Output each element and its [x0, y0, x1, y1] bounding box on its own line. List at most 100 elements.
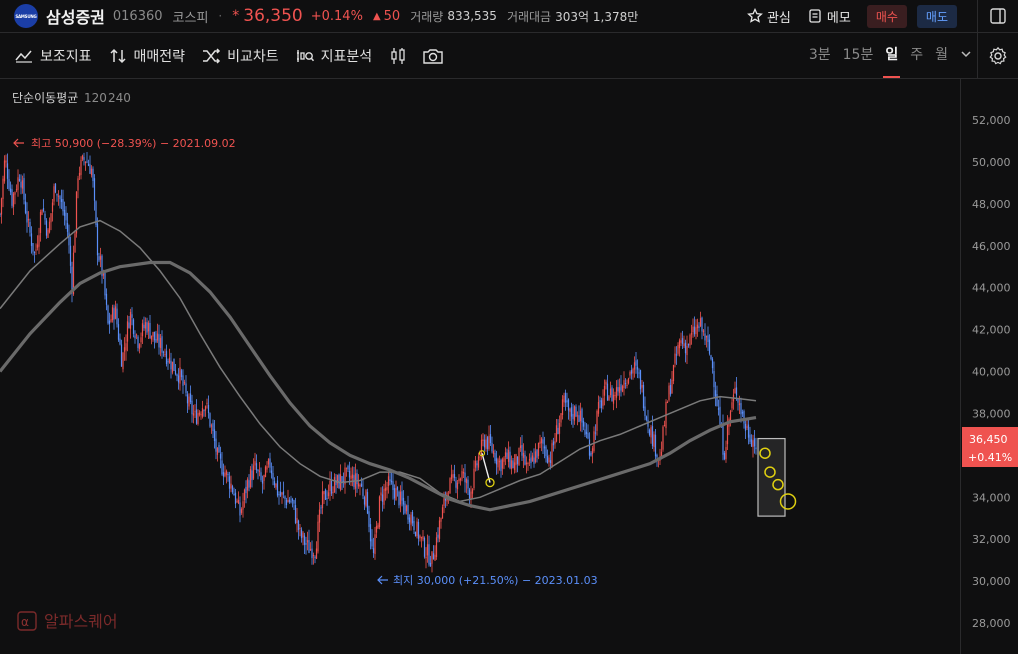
- candle-body: [401, 491, 403, 501]
- candle-body: [477, 456, 480, 468]
- candle-body: [282, 491, 285, 495]
- candle-body: [687, 344, 690, 346]
- memo-label: 메모: [826, 10, 851, 26]
- ma-period-240: 240: [108, 91, 131, 105]
- candle-body: [378, 496, 381, 528]
- candle-body: [635, 360, 637, 366]
- candle-body: [363, 497, 366, 505]
- candle-body: [333, 477, 336, 493]
- candle-body: [711, 358, 714, 369]
- candle-body: [237, 499, 240, 504]
- candle-body: [521, 445, 523, 456]
- candle-body: [407, 505, 409, 520]
- candle-body: [179, 367, 181, 384]
- candle-body: [618, 387, 621, 393]
- candle-body: [582, 420, 585, 427]
- side-panel-button[interactable]: [978, 7, 1018, 25]
- candle-body: [21, 180, 24, 189]
- candle-body: [495, 458, 498, 465]
- memo-button[interactable]: 메모: [807, 7, 851, 26]
- candle-body: [572, 413, 574, 420]
- candle-body: [501, 459, 504, 469]
- candle-body: [561, 399, 564, 416]
- svg-text:α: α: [21, 615, 29, 629]
- candle-body: [86, 161, 88, 163]
- candle-body: [686, 345, 688, 356]
- watermark: α 알파스퀘어: [17, 611, 118, 631]
- candle-body: [173, 358, 175, 371]
- candle-body: [413, 521, 415, 530]
- candle-body: [113, 308, 115, 320]
- y-tick-label: 52,000: [972, 114, 1011, 127]
- candle-body: [471, 489, 474, 494]
- candle-body: [348, 470, 351, 478]
- candle-body: [474, 460, 477, 468]
- screenshot-button[interactable]: [422, 47, 444, 65]
- candle-body: [248, 480, 250, 488]
- candle-body: [419, 535, 421, 538]
- candle-body: [165, 351, 168, 364]
- buy-button[interactable]: 매수: [866, 4, 907, 28]
- indicator-button[interactable]: 보조지표: [14, 46, 92, 66]
- candle-body: [149, 322, 151, 339]
- candle-body: [743, 410, 745, 424]
- period-day[interactable]: 일: [883, 33, 901, 78]
- candle-body: [417, 521, 420, 539]
- candle-body: [290, 501, 292, 503]
- candle-body: [12, 193, 15, 207]
- candle-body: [236, 500, 238, 502]
- candle-body: [581, 408, 583, 423]
- sell-button[interactable]: 매도: [916, 4, 957, 28]
- candle-body: [555, 425, 558, 442]
- candle-body: [56, 193, 58, 196]
- chevron-down-icon[interactable]: [960, 48, 972, 63]
- candle-body: [528, 459, 531, 461]
- y-tick-label: 34,000: [972, 491, 1011, 504]
- candle-body: [83, 157, 85, 161]
- candle-type-button[interactable]: [388, 46, 408, 66]
- strategy-button[interactable]: 매매전략: [108, 46, 185, 66]
- indicator-icon: [15, 50, 32, 63]
- period-selector: 3분 15분 일 주 월: [797, 33, 972, 78]
- y-tick-label: 44,000: [972, 282, 1011, 295]
- candle-body: [422, 536, 424, 540]
- price-chart[interactable]: 52,000 50,000 48,000 46,000 44,000 42,000 40,0…: [0, 79, 1018, 654]
- compare-button[interactable]: 비교차트: [201, 46, 279, 66]
- candle-body: [176, 374, 178, 376]
- watch-button[interactable]: 관심: [747, 7, 791, 26]
- candle-body: [59, 196, 61, 200]
- candle-body: [294, 505, 297, 523]
- candle-body: [57, 195, 60, 197]
- candle-body: [639, 370, 642, 390]
- candle-body: [491, 442, 493, 452]
- candle-body: [689, 334, 691, 346]
- candle-body: [623, 380, 625, 389]
- candle-body: [329, 480, 331, 491]
- period-week[interactable]: 주: [910, 33, 923, 78]
- annotations: [478, 437, 797, 517]
- candle-body: [414, 531, 417, 537]
- candle-body: [435, 537, 438, 558]
- indicator-title[interactable]: 단순이동평균: [12, 91, 78, 105]
- trade-value: 303억 1,378만: [555, 9, 639, 24]
- candle-body: [327, 492, 330, 497]
- candle-body: [368, 511, 370, 527]
- candle-body: [725, 447, 727, 460]
- watch-label: 관심: [766, 10, 791, 26]
- candle-body: [482, 439, 484, 442]
- candlesticks: [0, 152, 757, 573]
- candle-body: [114, 306, 117, 319]
- candle-body: [108, 320, 111, 325]
- candle-body: [704, 333, 706, 341]
- period-15min[interactable]: 15분: [843, 33, 874, 78]
- candle-body: [15, 189, 18, 191]
- candle-body: [698, 326, 700, 328]
- candle-body: [566, 400, 568, 403]
- candle-body: [284, 496, 286, 499]
- settings-button[interactable]: [977, 33, 1018, 78]
- period-3min[interactable]: 3분: [809, 33, 831, 78]
- analysis-button[interactable]: 지표분석: [295, 46, 372, 66]
- candle-body: [71, 266, 73, 292]
- candle-body: [318, 509, 321, 523]
- period-month[interactable]: 월: [935, 33, 948, 78]
